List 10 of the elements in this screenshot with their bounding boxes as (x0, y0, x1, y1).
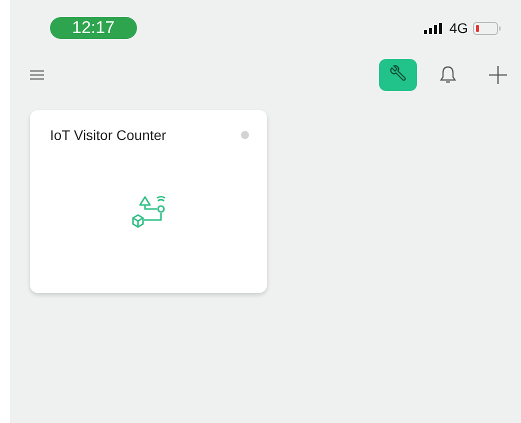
bell-icon (439, 65, 457, 85)
plus-icon (488, 65, 508, 85)
signal-icon (424, 22, 444, 34)
network-type: 4G (449, 20, 468, 36)
device-name: IoT Visitor Counter (50, 127, 166, 143)
battery-icon (473, 22, 501, 34)
status-time: 12:17 (50, 17, 137, 39)
wrench-button[interactable] (379, 59, 417, 91)
menu-icon[interactable] (30, 70, 44, 80)
device-card[interactable]: IoT Visitor Counter (30, 110, 267, 293)
